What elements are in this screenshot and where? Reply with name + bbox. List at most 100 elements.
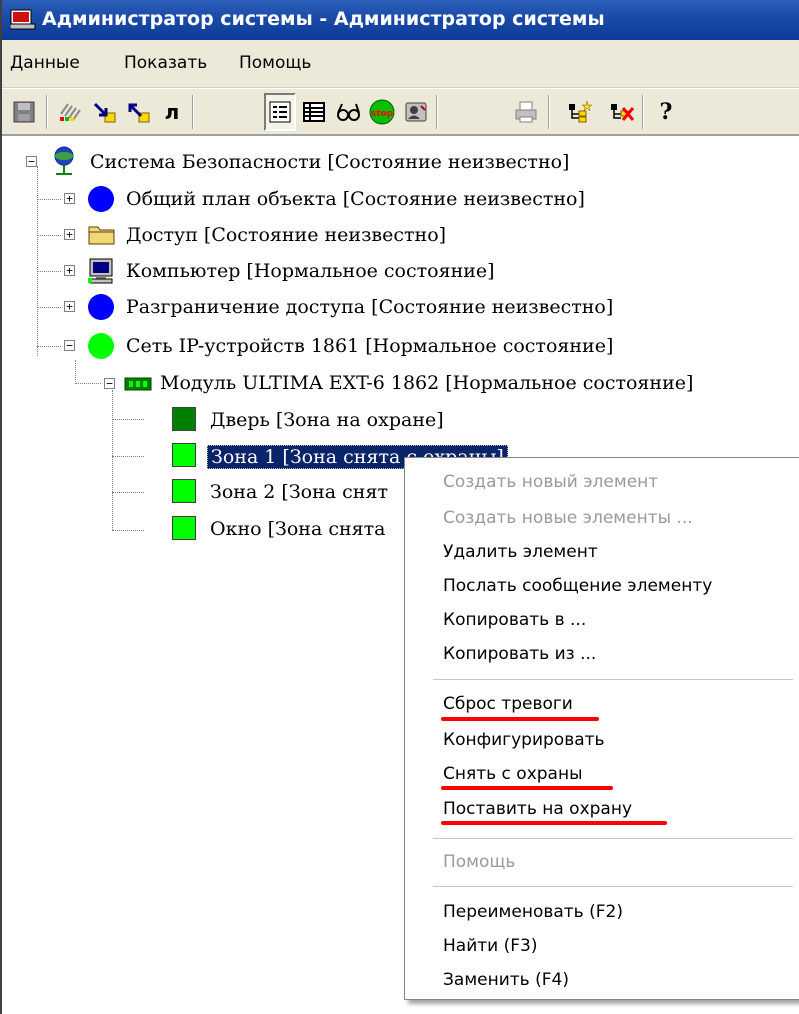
menu-item-send-message[interactable]: Послать сообщение элементу <box>443 576 712 596</box>
menu-item-copy-from[interactable]: Копировать из ... <box>443 644 596 664</box>
folder-icon <box>88 226 115 245</box>
tree-line <box>112 390 113 530</box>
add-element-button[interactable] <box>564 93 596 131</box>
table-view-button[interactable] <box>298 93 330 131</box>
tree-node-label: Доступ [Состояние неизвестно] <box>126 224 447 246</box>
tree-node-label: Разграничение доступа [Состояние неизвес… <box>126 296 614 318</box>
arrow-out-icon <box>128 103 150 123</box>
module-icon <box>124 377 152 391</box>
svg-text:stop: stop <box>371 109 394 119</box>
expand-toggle[interactable]: + <box>64 229 75 240</box>
app-icon <box>10 9 36 30</box>
menu-data[interactable]: Данные <box>10 53 80 73</box>
state-unknown-icon <box>88 294 114 320</box>
list-view-button[interactable] <box>264 93 296 131</box>
arrow-in-icon <box>93 102 116 123</box>
glasses-icon <box>337 103 360 121</box>
save-icon <box>13 101 35 123</box>
user-card-button[interactable] <box>400 93 432 131</box>
context-menu: Создать новый элемент Создать новые элем… <box>404 457 799 1000</box>
tree-line <box>37 235 61 236</box>
menu-help[interactable]: Помощь <box>239 53 311 73</box>
window-title: Администратор системы - Администратор си… <box>42 8 605 30</box>
menu-item-copy-to[interactable]: Копировать в ... <box>443 610 586 630</box>
print-button[interactable] <box>510 93 542 131</box>
user-card-icon <box>405 102 427 122</box>
menu-item-reset-alarm[interactable]: Сброс тревоги <box>443 694 573 714</box>
menu-item-replace[interactable]: Заменить (F4) <box>443 970 569 990</box>
tree-node-object-plan[interactable]: Общий план объекта [Состояние неизвестно… <box>88 181 688 217</box>
print-icon <box>515 101 537 123</box>
tree-node-label: Общий план объекта [Состояние неизвестно… <box>126 188 585 210</box>
menu-item-configure[interactable]: Конфигурировать <box>443 730 605 750</box>
menu-separator <box>433 838 793 839</box>
toolbar-separator <box>192 95 194 129</box>
help-icon: ? <box>659 99 673 125</box>
grid-button[interactable] <box>54 93 86 131</box>
tree-line <box>37 166 38 356</box>
menu-item-create-new[interactable]: Создать новый элемент <box>443 472 658 492</box>
menu-separator <box>433 886 793 887</box>
list-view-icon <box>269 101 291 123</box>
collapse-toggle[interactable]: − <box>64 340 75 351</box>
toolbar-separator <box>642 95 644 129</box>
menu-separator <box>433 679 793 680</box>
tree-node-computer[interactable]: Компьютер [Нормальное состояние] <box>88 253 688 289</box>
tree-node-label: Окно [Зона снята <box>210 518 386 540</box>
menu-item-delete[interactable]: Удалить элемент <box>443 542 598 562</box>
toolbar-separator <box>436 95 438 129</box>
expand-toggle[interactable]: + <box>64 265 75 276</box>
save-button[interactable] <box>8 93 40 131</box>
highlight-underline <box>441 717 599 721</box>
arrow-in-button[interactable] <box>88 93 120 131</box>
menu-item-create-many[interactable]: Создать новые элементы ... <box>443 508 693 528</box>
expand-toggle[interactable]: + <box>64 301 75 312</box>
tree-line <box>37 271 61 272</box>
lambda-button[interactable]: л <box>156 93 188 131</box>
state-unknown-icon <box>88 186 114 212</box>
help-button[interactable]: ? <box>650 93 682 131</box>
grid-icon <box>60 103 81 121</box>
menu-show[interactable]: Показать <box>124 53 207 73</box>
toolbar-separator <box>46 95 48 129</box>
arrow-out-button[interactable] <box>122 93 154 131</box>
tree-node-label: Сеть IP-устройств 1861 [Нормальное состо… <box>126 335 614 357</box>
tree-node-label: Дверь [Зона на охране] <box>210 409 444 431</box>
delete-element-button[interactable] <box>606 93 638 131</box>
menu-item-rename[interactable]: Переименовать (F2) <box>443 902 623 922</box>
stop-icon: stop <box>369 99 395 125</box>
tree-line <box>112 456 144 457</box>
zone-armed-icon <box>172 407 196 431</box>
toolbar: л stop ? <box>2 88 799 136</box>
tree-node-label: Компьютер [Нормальное состояние] <box>126 260 495 282</box>
tree-node-window[interactable]: Окно [Зона снята <box>172 511 412 547</box>
zone-disarmed-icon <box>172 479 196 503</box>
tree-node-label: Система Безопасности [Состояние неизвест… <box>90 151 570 173</box>
tree-line <box>75 383 101 384</box>
menu-item-arm[interactable]: Поставить на охрану <box>443 799 632 819</box>
tree-line <box>37 346 61 347</box>
menu-item-disarm[interactable]: Снять с охраны <box>443 764 583 784</box>
tree-node-access-control[interactable]: Разграничение доступа [Состояние неизвес… <box>88 289 708 325</box>
tree-node-door[interactable]: Дверь [Зона на охране] <box>172 402 492 438</box>
glasses-button[interactable] <box>332 93 364 131</box>
tree-line <box>112 419 144 420</box>
title-bar[interactable]: Администратор системы - Администратор си… <box>2 0 799 40</box>
tree-line <box>75 360 76 382</box>
stop-button[interactable]: stop <box>366 93 398 131</box>
tree-line <box>112 492 144 493</box>
tree-node-ip-network[interactable]: Сеть IP-устройств 1861 [Нормальное состо… <box>88 328 708 364</box>
collapse-toggle[interactable]: − <box>26 156 37 167</box>
menu-bar: Данные Показать Помощь <box>2 40 799 88</box>
tree-line <box>37 307 61 308</box>
tree-node-zone-2[interactable]: Зона 2 [Зона снят <box>172 474 412 510</box>
computer-icon <box>88 258 113 284</box>
menu-item-find[interactable]: Найти (F3) <box>443 936 537 956</box>
tree-node-access[interactable]: Доступ [Состояние неизвестно] <box>88 217 688 253</box>
menu-item-help[interactable]: Помощь <box>443 852 515 872</box>
tree-node-security-system[interactable]: Система Безопасности [Состояние неизвест… <box>50 144 610 180</box>
highlight-underline <box>441 786 613 790</box>
tree-node-ultima-module[interactable]: Модуль ULTIMA EXT-6 1862 [Нормальное сос… <box>124 365 799 401</box>
collapse-toggle[interactable]: − <box>104 378 115 389</box>
expand-toggle[interactable]: + <box>64 193 75 204</box>
